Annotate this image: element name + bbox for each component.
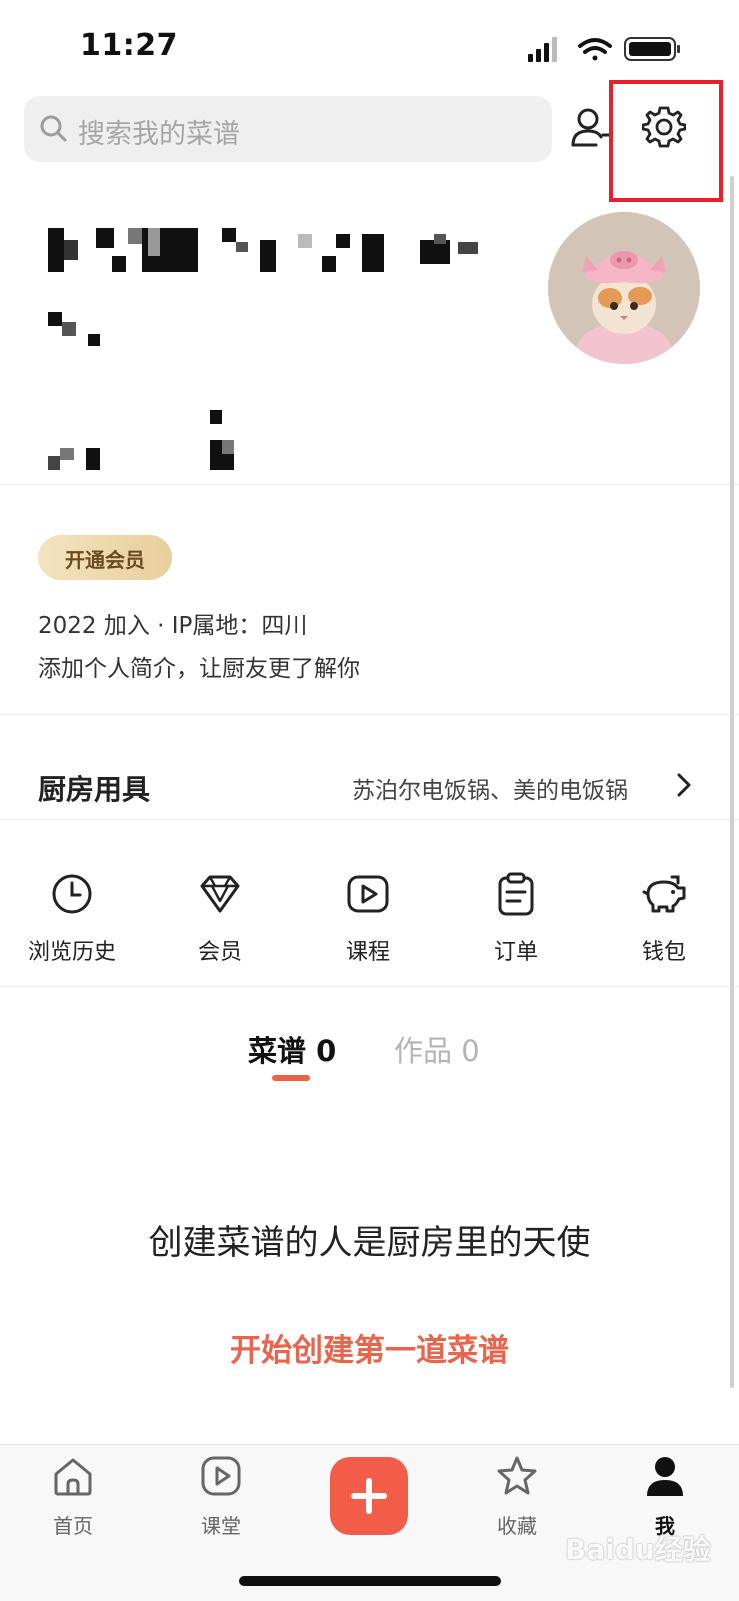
nav-me[interactable]: 我	[610, 1454, 720, 1538]
nav-label: 课堂	[201, 1514, 241, 1538]
search-placeholder: 搜索我的菜谱	[78, 119, 240, 150]
nav-home[interactable]: 首页	[18, 1454, 128, 1538]
plus-icon	[351, 1478, 387, 1514]
quick-link-label: 浏览历史	[27, 940, 116, 965]
chevron-right-icon	[677, 773, 691, 797]
home-icon	[54, 1458, 92, 1496]
cellular-signal-icon	[528, 37, 557, 62]
settings-highlight-box	[609, 80, 723, 202]
status-icons	[528, 37, 680, 62]
quick-link-courses[interactable]: 课程	[308, 872, 428, 972]
tab-recipes[interactable]: 菜谱 0	[248, 1028, 336, 1070]
watermark: Baidu经验	[565, 1533, 711, 1566]
divider	[0, 986, 739, 987]
quick-link-label: 课程	[345, 940, 390, 965]
wifi-icon	[578, 38, 612, 61]
tab-works[interactable]: 作品 0	[394, 1028, 480, 1070]
avatar-image	[548, 212, 700, 364]
clock-icon	[52, 874, 92, 914]
scrollbar[interactable]	[730, 176, 734, 1388]
piggy-bank-icon	[642, 875, 686, 913]
avatar[interactable]	[548, 212, 700, 364]
battery-icon	[624, 37, 680, 61]
add-friend-icon[interactable]	[568, 105, 612, 149]
quick-link-history[interactable]: 浏览历史	[12, 872, 132, 972]
vip-button[interactable]: 开通会员	[38, 535, 172, 580]
quick-link-wallet[interactable]: 钱包	[604, 872, 724, 972]
quick-link-label: 订单	[493, 940, 538, 965]
quick-link-vip[interactable]: 会员	[160, 872, 280, 972]
create-first-recipe-link[interactable]: 开始创建第一道菜谱	[0, 1325, 739, 1370]
play-icon	[201, 1456, 241, 1496]
status-time: 11:27	[80, 28, 178, 63]
divider	[0, 819, 739, 820]
kitchen-tools-value: 苏泊尔电饭锅、美的电饭锅	[352, 778, 628, 804]
add-button[interactable]	[330, 1457, 408, 1535]
user-icon	[647, 1457, 683, 1496]
home-indicator	[239, 1576, 501, 1586]
nav-label: 收藏	[497, 1514, 537, 1538]
play-icon	[347, 875, 389, 913]
clipboard-icon	[498, 872, 534, 916]
kitchen-tools-label: 厨房用具	[38, 773, 151, 806]
nav-favorites[interactable]: 收藏	[462, 1454, 572, 1538]
tab-active-indicator	[272, 1075, 310, 1081]
vip-label: 开通会员	[65, 548, 145, 572]
search-bar[interactable]: 搜索我的菜谱	[24, 96, 552, 162]
nav-classroom[interactable]: 课堂	[166, 1454, 276, 1538]
quick-link-orders[interactable]: 订单	[456, 872, 576, 972]
nav-label: 首页	[53, 1514, 93, 1538]
quick-link-label: 钱包	[641, 940, 686, 965]
divider	[0, 484, 739, 485]
search-icon	[40, 115, 67, 142]
diamond-icon	[200, 875, 240, 913]
join-info: 2022 加入 · IP属地：四川	[38, 613, 308, 639]
quick-link-label: 会员	[197, 940, 242, 965]
star-icon	[497, 1456, 537, 1495]
empty-state-title: 创建菜谱的人是厨房里的天使	[148, 1223, 591, 1263]
bio-placeholder[interactable]: 添加个人简介，让厨友更了解你	[38, 649, 360, 683]
